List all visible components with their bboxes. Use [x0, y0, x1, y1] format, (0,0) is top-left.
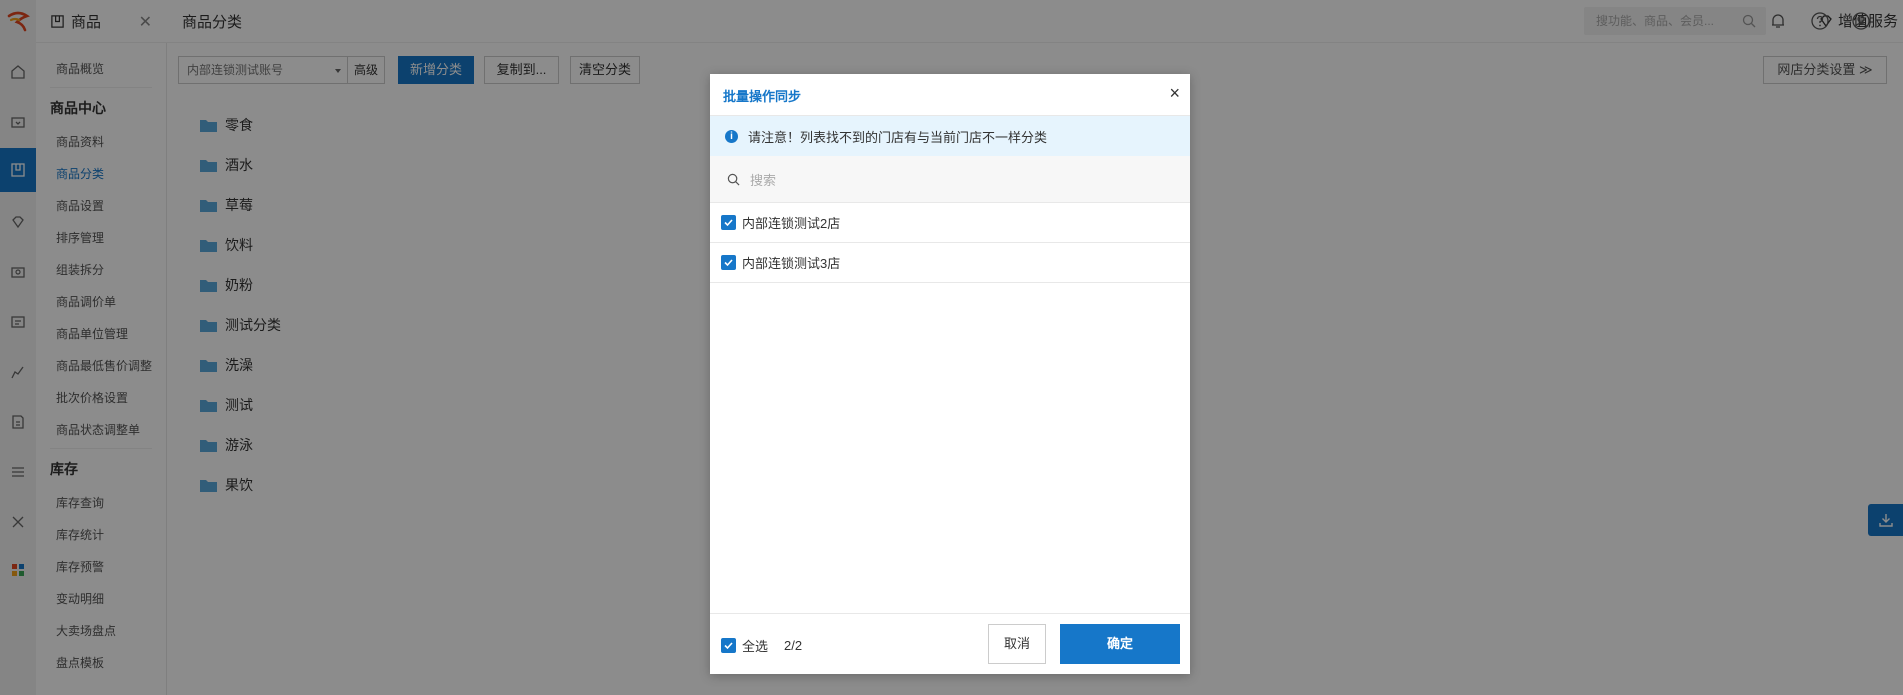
checkbox-checked[interactable]	[721, 255, 736, 270]
cancel-button[interactable]: 取消	[988, 624, 1046, 664]
dialog-title: 批量操作同步	[723, 89, 802, 104]
store-name: 内部连锁测试3店	[742, 256, 841, 271]
checkbox-checked[interactable]	[721, 215, 736, 230]
dialog-footer: 全选 2/2 取消 确定	[710, 613, 1190, 674]
check-icon	[724, 642, 733, 650]
checkbox-checked[interactable]	[721, 638, 736, 653]
notice-text: 请注意！列表找不到的门店有与当前门店不一样分类	[748, 129, 1048, 145]
batch-sync-dialog: 批量操作同步 × i 请注意！列表找不到的门店有与当前门店不一样分类 搜索 内部…	[710, 74, 1190, 674]
search-icon	[727, 173, 740, 185]
store-name: 内部连锁测试2店	[742, 216, 841, 231]
selected-count: 2/2	[784, 638, 803, 653]
check-icon	[724, 219, 733, 227]
store-list-item[interactable]: 内部连锁测试3店	[710, 243, 1190, 283]
check-icon	[724, 259, 733, 267]
select-all-toggle[interactable]: 全选 2/2	[721, 636, 802, 655]
store-list-item[interactable]: 内部连锁测试2店	[710, 203, 1190, 243]
info-icon: i	[725, 129, 738, 143]
dialog-header: 批量操作同步 ×	[710, 74, 1190, 116]
search-placeholder: 搜索	[750, 172, 777, 188]
close-icon[interactable]: ×	[1169, 83, 1180, 103]
select-all-label: 全选	[742, 639, 769, 654]
confirm-button[interactable]: 确定	[1060, 624, 1180, 664]
notice-banner: i 请注意！列表找不到的门店有与当前门店不一样分类	[710, 116, 1190, 156]
store-search-input[interactable]: 搜索	[710, 156, 1190, 203]
